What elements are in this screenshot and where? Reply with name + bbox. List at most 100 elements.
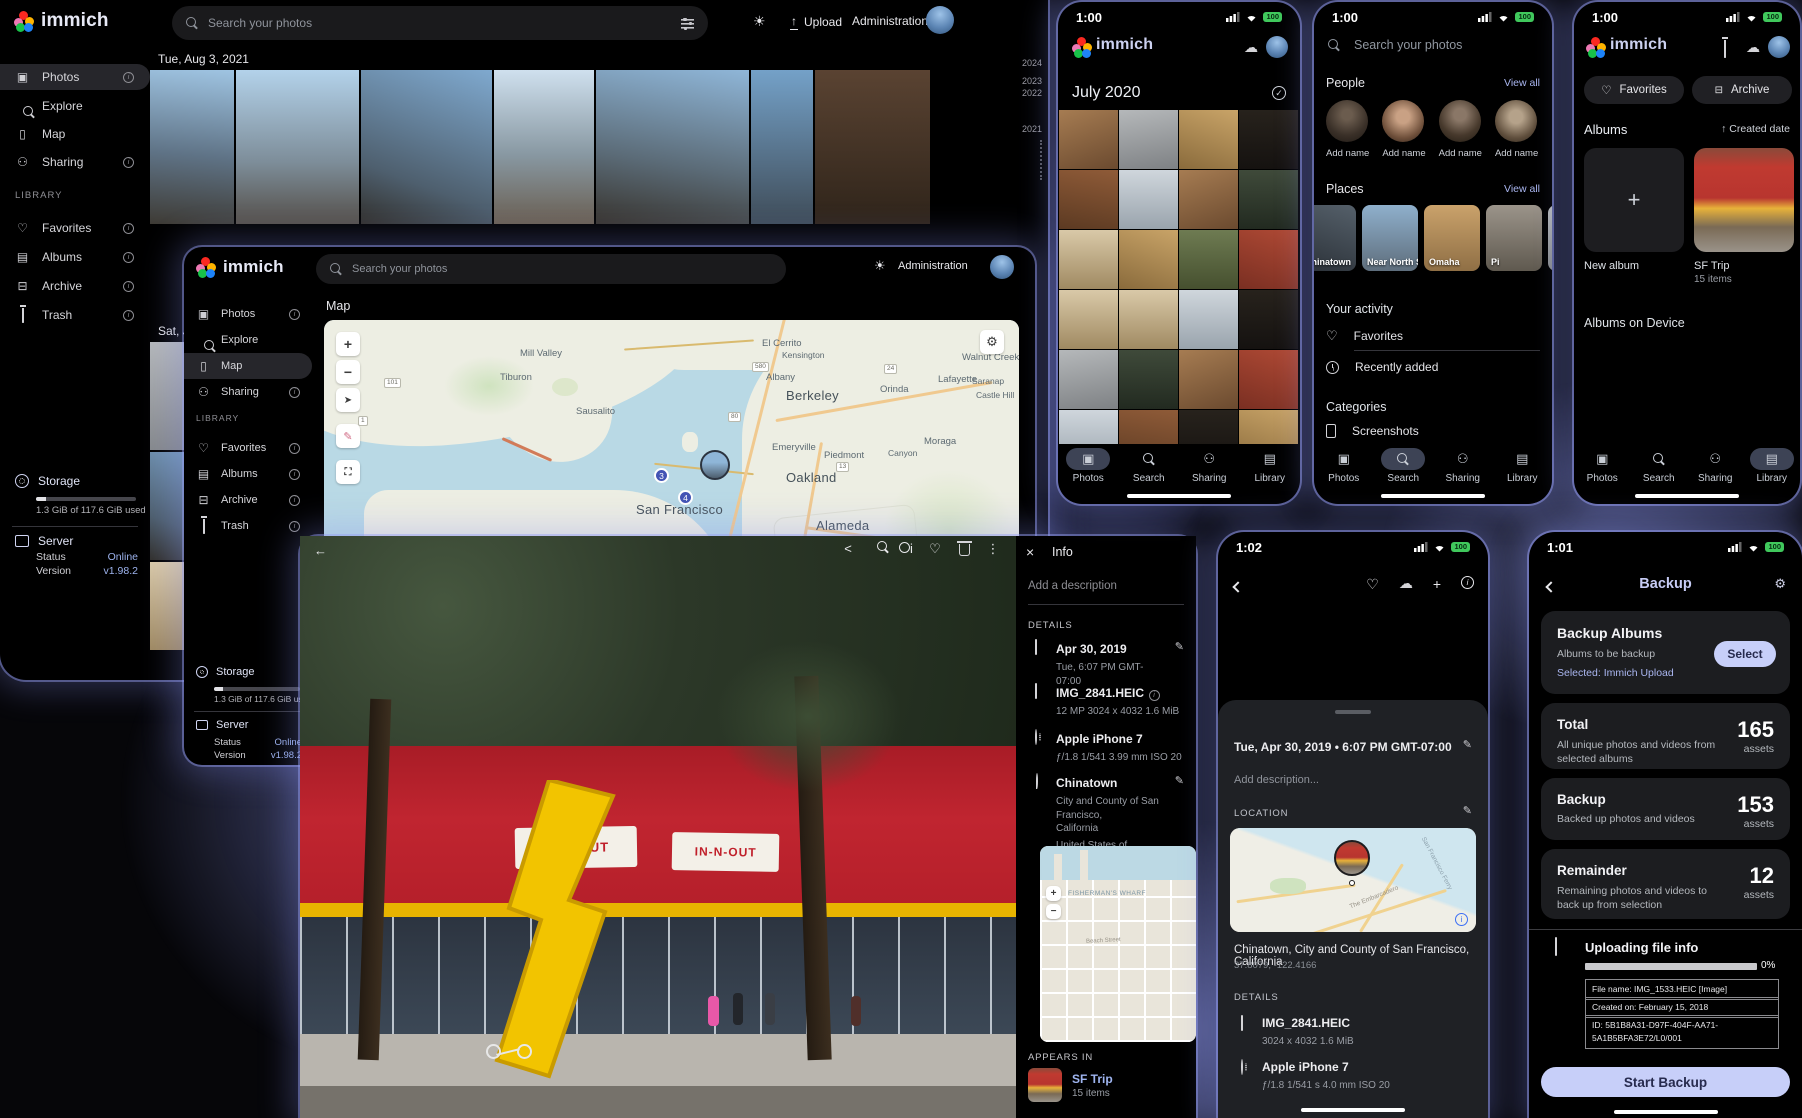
info-icon[interactable]: i bbox=[123, 72, 134, 83]
photo-thumbnail[interactable] bbox=[751, 70, 812, 224]
photo-thumbnail[interactable] bbox=[1119, 290, 1178, 349]
map-cluster-marker[interactable]: 3 bbox=[654, 468, 669, 483]
info-icon[interactable]: i bbox=[1461, 576, 1474, 589]
back-icon[interactable] bbox=[1234, 578, 1242, 596]
photo-thumbnail[interactable] bbox=[236, 70, 359, 224]
favorite-icon[interactable]: ♡ bbox=[926, 541, 944, 559]
photo-thumbnail[interactable] bbox=[1059, 230, 1118, 289]
info-icon[interactable]: i bbox=[289, 387, 300, 398]
close-icon[interactable]: × bbox=[1026, 544, 1034, 560]
nav-sharing[interactable]: ⚇Sharing bbox=[1433, 448, 1493, 484]
location-minimap[interactable]: FISHERMAN'S WHARF Beach Street + − bbox=[1040, 846, 1196, 1042]
sidebar-item-sharing[interactable]: ⚇Sharing i bbox=[184, 379, 312, 405]
nav-search[interactable]: Search bbox=[1631, 448, 1688, 484]
info-icon[interactable]: i bbox=[123, 252, 134, 263]
photo-thumbnail[interactable] bbox=[494, 70, 594, 224]
scrubber-year[interactable]: 2023 bbox=[1008, 76, 1042, 86]
favorites-row[interactable]: ♡ Favorites bbox=[1326, 328, 1403, 344]
theme-toggle-button[interactable]: ☀ bbox=[874, 258, 886, 274]
add-description-field[interactable]: Add a description bbox=[1028, 580, 1117, 592]
photo-thumbnail[interactable] bbox=[1119, 110, 1178, 169]
sidebar-item-explore[interactable]: Explore bbox=[184, 327, 312, 353]
edit-location-icon[interactable]: ✎ bbox=[1463, 804, 1472, 817]
cloud-icon[interactable]: ☁ bbox=[1399, 576, 1413, 593]
search-filters-icon[interactable] bbox=[681, 18, 694, 29]
nav-photos[interactable]: ▣Photos bbox=[1314, 448, 1374, 484]
map-locate-button[interactable]: ➤ bbox=[336, 388, 360, 412]
place-tile[interactable]: Omaha bbox=[1424, 205, 1480, 271]
photo-thumbnail[interactable] bbox=[1119, 350, 1178, 409]
photo-map-marker[interactable] bbox=[1334, 840, 1370, 876]
sidebar-item-map[interactable]: ▯Map bbox=[184, 353, 312, 379]
viewer-photo[interactable]: IN-N-OUT IN-N-OUT bbox=[300, 536, 1016, 1118]
photo-thumbnail[interactable] bbox=[1179, 290, 1238, 349]
map-theme-button[interactable]: ✎ bbox=[336, 424, 360, 448]
timeline-scrubber[interactable]: 2024 2023 2022 2021 bbox=[1008, 58, 1042, 180]
sidebar-item-archive[interactable]: ⊟ Archive i bbox=[0, 273, 150, 299]
photo-thumbnail[interactable] bbox=[1239, 110, 1298, 169]
new-album-tile[interactable]: + bbox=[1584, 148, 1684, 252]
sidebar-item-favorites[interactable]: ♡Favorites i bbox=[184, 435, 312, 461]
search-input[interactable]: Search your photos bbox=[172, 6, 708, 40]
photo-thumbnail[interactable] bbox=[1119, 230, 1178, 289]
info-icon[interactable]: i bbox=[289, 469, 300, 480]
scrubber-year[interactable]: 2024 bbox=[1008, 58, 1042, 68]
photo-thumbnail[interactable] bbox=[1179, 170, 1238, 229]
map-attribution-icon[interactable]: i bbox=[1455, 913, 1468, 926]
archive-button[interactable]: ⊟Archive bbox=[1692, 76, 1792, 104]
photo-thumbnail[interactable] bbox=[1119, 410, 1178, 444]
sidebar-item-albums[interactable]: ▤ Albums i bbox=[0, 244, 150, 270]
sidebar-item-archive[interactable]: ⊟Archive i bbox=[184, 487, 312, 513]
places-view-all-link[interactable]: View all bbox=[1504, 183, 1540, 195]
map-settings-gear-button[interactable]: ⚙ bbox=[980, 330, 1004, 354]
nav-photos[interactable]: ▣Photos bbox=[1058, 448, 1119, 484]
minimap-zoom-in[interactable]: + bbox=[1046, 886, 1061, 901]
share-icon[interactable]: < bbox=[839, 541, 857, 559]
add-icon[interactable]: + bbox=[1433, 576, 1441, 593]
photo-thumbnail[interactable] bbox=[1059, 350, 1118, 409]
photo-thumbnail[interactable] bbox=[1179, 350, 1238, 409]
photo-thumbnail[interactable] bbox=[815, 70, 930, 224]
nav-search[interactable]: Search bbox=[1119, 448, 1180, 484]
person-item[interactable]: Add name bbox=[1495, 100, 1538, 159]
info-icon[interactable]: i bbox=[289, 309, 300, 320]
location-map[interactable]: San Francisco Ferry The Embarcadero i bbox=[1230, 828, 1476, 932]
scrubber-year[interactable]: 2022 bbox=[1008, 88, 1042, 98]
photo-thumbnail[interactable] bbox=[150, 70, 234, 224]
sheet-drag-handle[interactable] bbox=[1335, 710, 1371, 714]
nav-library[interactable]: ▤Library bbox=[1493, 448, 1553, 484]
nav-sharing[interactable]: ⚇Sharing bbox=[1687, 448, 1744, 484]
info-icon[interactable]: i bbox=[289, 495, 300, 506]
album-tile-sf-trip[interactable] bbox=[1694, 148, 1794, 252]
edit-date-icon[interactable]: ✎ bbox=[1463, 738, 1472, 751]
photo-thumbnail[interactable] bbox=[1239, 170, 1298, 229]
nav-library[interactable]: ▤Library bbox=[1744, 448, 1801, 484]
info-icon[interactable]: i bbox=[123, 157, 134, 168]
select-all-check-icon[interactable]: ✓ bbox=[1272, 86, 1286, 100]
favorite-icon[interactable]: ♡ bbox=[1366, 576, 1379, 593]
info-icon[interactable]: i bbox=[123, 223, 134, 234]
map-fullscreen-button[interactable]: ⛶ bbox=[336, 460, 360, 484]
sidebar-item-trash[interactable]: Trash i bbox=[0, 302, 150, 328]
photo-thumbnail[interactable] bbox=[1179, 230, 1238, 289]
place-tile[interactable] bbox=[1548, 205, 1552, 271]
user-avatar[interactable] bbox=[990, 255, 1014, 279]
sidebar-item-sharing[interactable]: ⚇ Sharing i bbox=[0, 149, 150, 175]
photo-thumbnail[interactable] bbox=[1239, 350, 1298, 409]
place-tile[interactable]: Chinatown bbox=[1314, 205, 1356, 271]
photo-thumbnail[interactable] bbox=[1239, 230, 1298, 289]
sidebar-item-photos[interactable]: ▣ Photos i bbox=[0, 64, 150, 90]
theme-toggle-button[interactable]: ☀ bbox=[753, 13, 766, 30]
photo-thumbnail[interactable] bbox=[1239, 290, 1298, 349]
photo-thumbnail[interactable] bbox=[1059, 110, 1118, 169]
scrubber-year[interactable]: 2021 bbox=[1008, 124, 1042, 134]
photo-thumbnail[interactable] bbox=[1059, 410, 1118, 444]
favorites-button[interactable]: ♡Favorites bbox=[1584, 76, 1684, 104]
map-zoom-in-button[interactable]: + bbox=[336, 332, 360, 356]
photo-thumbnail[interactable] bbox=[1179, 410, 1238, 444]
start-backup-button[interactable]: Start Backup bbox=[1541, 1067, 1790, 1097]
settings-gear-icon[interactable]: ⚙ bbox=[1774, 576, 1786, 592]
person-item[interactable]: Add name bbox=[1439, 100, 1482, 159]
upload-button[interactable]: ↑ Upload bbox=[790, 14, 842, 30]
map-cluster-marker[interactable]: 4 bbox=[678, 490, 693, 505]
